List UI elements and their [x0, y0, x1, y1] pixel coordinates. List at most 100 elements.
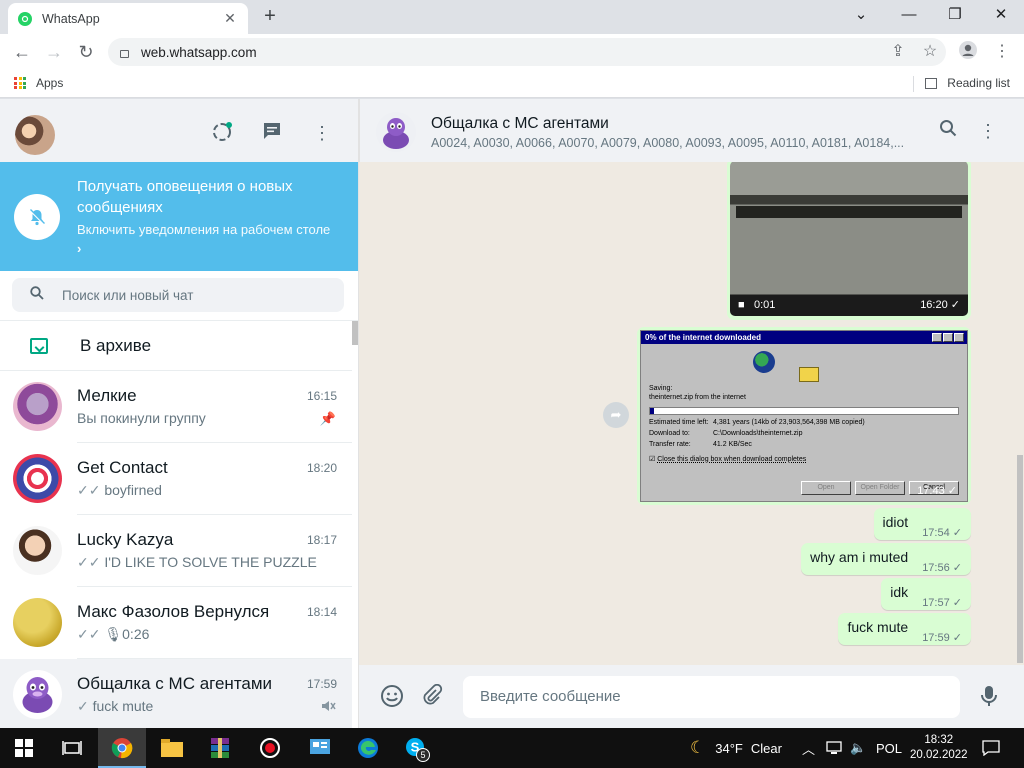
- image-message[interactable]: 0% of the internet downloaded Saving: th…: [637, 327, 971, 505]
- conversation-menu-icon[interactable]: ⋮: [976, 119, 1000, 143]
- reading-list-icon: [925, 77, 938, 89]
- message-meta: 17:57 ✓: [922, 596, 962, 610]
- forward-icon[interactable]: ➦: [603, 402, 629, 428]
- sent-tick-icon: ✓: [952, 562, 962, 574]
- tab-whatsapp[interactable]: WhatsApp ✕: [8, 3, 248, 34]
- chat-item[interactable]: Get Contact 18:20 ✓✓ boyfirned: [0, 443, 352, 515]
- notification-subtitle[interactable]: Включить уведомления на рабочем столе ›: [77, 220, 337, 258]
- browser-menu-icon[interactable]: ⋮: [990, 40, 1014, 64]
- sidebar-menu-icon[interactable]: ⋮: [310, 121, 334, 145]
- minimize-button[interactable]: —: [894, 4, 924, 26]
- my-avatar[interactable]: [15, 115, 55, 155]
- bookmarks-divider: [913, 76, 914, 92]
- url-text: web.whatsapp.com: [141, 44, 257, 60]
- message-time: 16:20 ✓: [920, 298, 960, 311]
- close-window-button[interactable]: ✕: [986, 4, 1016, 26]
- apps-shortcut[interactable]: Apps: [14, 76, 63, 90]
- new-tab-button[interactable]: +: [259, 5, 281, 27]
- language-indicator[interactable]: POL: [876, 728, 902, 768]
- emoji-icon[interactable]: [379, 684, 405, 710]
- chat-item[interactable]: Lucky Kazya 18:17 ✓✓ I'D LIKE TO SOLVE T…: [0, 515, 352, 587]
- clock[interactable]: 18:32 20.02.2022: [910, 728, 968, 768]
- search-messages-icon[interactable]: [936, 119, 960, 143]
- sidebar-header: ⋮: [0, 99, 358, 162]
- winrar-icon[interactable]: [196, 728, 244, 768]
- notification-banner[interactable]: Получать оповещения о новых сообщениях В…: [0, 162, 358, 271]
- restore-button[interactable]: ❐: [940, 4, 970, 26]
- video-thumbnail[interactable]: ■ 0:01 16:20 ✓: [730, 162, 968, 316]
- clock-date: 20.02.2022: [910, 749, 968, 761]
- archived-chats[interactable]: В архиве: [0, 321, 352, 371]
- video-camera-icon: ■: [738, 299, 745, 311]
- skype-icon[interactable]: S 5: [392, 728, 440, 768]
- whatsapp-app: ⋮ Получать оповещения о новых сообщениях…: [0, 99, 1024, 731]
- microphone-icon[interactable]: [976, 684, 1002, 710]
- profile-icon[interactable]: [956, 40, 980, 64]
- tab-search-icon[interactable]: ⌄: [846, 4, 876, 26]
- archive-icon: [30, 337, 48, 354]
- windows-taskbar: S 5 ☾ 34°F Clear ︿ 🔈 POL 18:32 20.02.202…: [0, 728, 1024, 768]
- chat-name: Мелкие: [77, 386, 137, 405]
- back-button[interactable]: ←: [10, 40, 34, 64]
- outgoing-message[interactable]: why am i muted 17:56 ✓: [801, 543, 971, 575]
- volume-icon[interactable]: 🔈: [850, 728, 866, 768]
- sidebar-scrollbar[interactable]: [352, 321, 358, 345]
- conversation-title: Общалка с МС агентами: [431, 115, 609, 132]
- network-icon[interactable]: [826, 728, 842, 768]
- sent-tick-icon: ✓: [947, 485, 957, 497]
- reload-button[interactable]: ↻: [74, 40, 98, 64]
- chevron-right-icon: ›: [77, 241, 82, 256]
- outgoing-message[interactable]: fuck mute 17:59 ✓: [838, 613, 971, 645]
- chat-item[interactable]: Макс Фазолов Вернулся 18:14 ✓✓ 🎙0:26: [0, 587, 352, 659]
- message-input[interactable]: Введите сообщение: [463, 676, 960, 718]
- dialog-open-button: Open: [801, 481, 851, 495]
- message-time: 17:43 ✓: [917, 484, 957, 497]
- message-text: fuck mute: [847, 619, 909, 635]
- reading-list-button[interactable]: Reading list: [925, 76, 1010, 90]
- conversation-header[interactable]: Общалка с МС агентами A0024, A0030, A006…: [359, 99, 1024, 162]
- status-icon[interactable]: [210, 121, 234, 145]
- outgoing-message[interactable]: idk 17:57 ✓: [881, 578, 971, 610]
- weather-temp: 34°F: [715, 740, 743, 756]
- video-time: 16:20: [920, 299, 948, 311]
- image-content[interactable]: 0% of the internet downloaded Saving: th…: [640, 330, 968, 502]
- share-icon[interactable]: ⇪: [886, 40, 910, 64]
- sent-tick-icon: ✓: [952, 597, 962, 609]
- record-icon[interactable]: [246, 728, 294, 768]
- archive-label: В архиве: [80, 335, 152, 355]
- moon-icon: ☾: [690, 738, 706, 757]
- attach-icon[interactable]: [419, 683, 445, 710]
- message-meta: 17:54 ✓: [922, 526, 962, 540]
- search-input[interactable]: Поиск или новый чат: [12, 278, 344, 312]
- chat-item-active[interactable]: Общалка с МС агентами 17:59 ✓ fuck mute: [0, 659, 352, 731]
- chat-last-text: I'D LIKE TO SOLVE THE PUZZLE: [104, 554, 317, 570]
- group-avatar[interactable]: [376, 112, 416, 152]
- task-view-icon[interactable]: [48, 728, 96, 768]
- edge-icon[interactable]: [344, 728, 392, 768]
- forward-button[interactable]: →: [42, 40, 66, 64]
- outgoing-message[interactable]: idiot 17:54 ✓: [873, 508, 971, 540]
- chat-item[interactable]: Мелкие 16:15 Вы покинули группу 📌: [0, 371, 352, 443]
- bookmark-star-icon[interactable]: ☆: [918, 40, 942, 64]
- chat-last-text: fuck mute: [92, 698, 154, 714]
- windows-start-icon[interactable]: [0, 728, 48, 768]
- dialog-checkbox: ☑ Close this dialog box when download co…: [649, 456, 807, 463]
- chat-avatar: [13, 598, 62, 647]
- address-bar[interactable]: web.whatsapp.com: [108, 38, 946, 66]
- notifications-icon[interactable]: [982, 728, 1000, 768]
- chrome-taskbar-icon[interactable]: [98, 728, 146, 768]
- conversation-scrollbar[interactable]: [1017, 455, 1023, 663]
- video-message[interactable]: ■ 0:01 16:20 ✓: [727, 162, 971, 320]
- file-explorer-icon[interactable]: [148, 728, 196, 768]
- message-input-placeholder: Введите сообщение: [480, 688, 621, 705]
- close-tab-icon[interactable]: ✕: [222, 10, 238, 27]
- message-list: ■ 0:01 16:20 ✓ ➦ 0% of the internet down…: [359, 162, 1024, 665]
- control-panel-icon[interactable]: [296, 728, 344, 768]
- sent-tick-icon: ✓: [952, 632, 962, 644]
- weather-widget[interactable]: ☾ 34°F Clear: [690, 728, 782, 768]
- show-hidden-icons[interactable]: ︿: [802, 728, 815, 768]
- browser-toolbar: ← → ↻ web.whatsapp.com ⇪ ☆ ⋮: [0, 34, 1024, 70]
- chat-last-message: Вы покинули группу: [77, 410, 206, 426]
- image-time: 17:43: [917, 485, 945, 497]
- new-chat-icon[interactable]: [260, 121, 284, 145]
